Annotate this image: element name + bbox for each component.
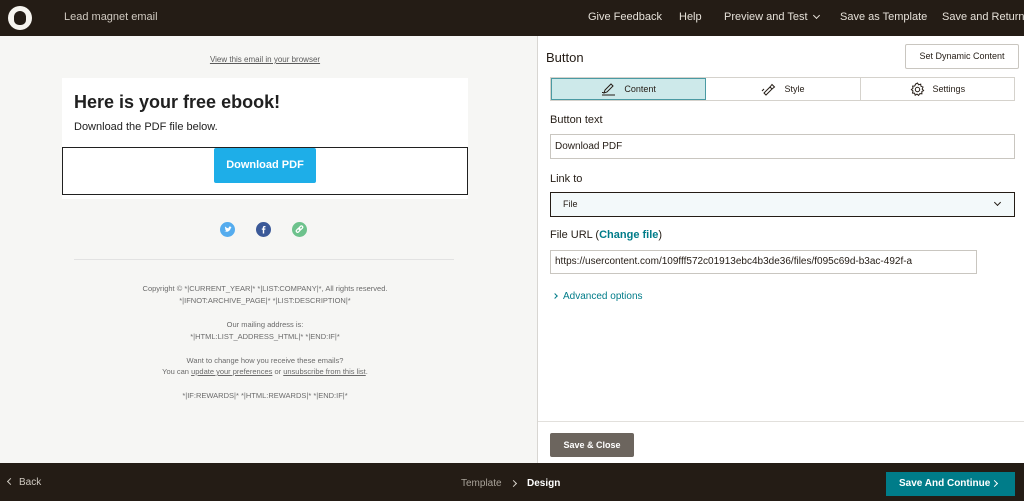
footer-preferences-line: You can update your preferences or unsub… (0, 367, 530, 376)
paint-icon (762, 83, 776, 96)
tab-style-label: Style (784, 84, 805, 94)
footer-description: *|IFNOT:ARCHIVE_PAGE|* *|LIST:DESCRIPTIO… (179, 296, 351, 305)
change-file-link[interactable]: Change file (599, 229, 658, 241)
button-settings-panel: Button Set Dynamic Content Content Style… (538, 36, 1024, 463)
chevron-down-icon (993, 198, 1002, 207)
preview-and-test-label: Preview and Test (724, 11, 808, 23)
footer-mailing-address: *|HTML:LIST_ADDRESS_HTML|* *|END:IF|* (190, 332, 340, 341)
give-feedback-link[interactable]: Give Feedback (588, 11, 662, 23)
file-url-input[interactable]: https://usercontent.com/109fff572c01913e… (550, 250, 977, 274)
advanced-options-toggle[interactable]: Advanced options (552, 291, 643, 302)
panel-tabs: Content Style Settings (550, 77, 1015, 101)
view-in-browser-link[interactable]: View this email in your browser (0, 55, 530, 64)
button-text-input[interactable]: Download PDF (550, 134, 1015, 159)
panel-title: Button (546, 50, 584, 65)
footer-can-text: You can (162, 367, 192, 376)
file-url-label: File URL (Change file) (550, 229, 662, 241)
chevron-right-icon (509, 479, 518, 488)
advanced-options-label: Advanced options (563, 291, 643, 302)
save-and-continue-button[interactable]: Save And Continue (886, 472, 1015, 496)
file-url-label-suffix: ) (658, 229, 663, 241)
chevron-right-icon (990, 479, 999, 488)
footer-or-text: or (272, 367, 284, 376)
download-pdf-button[interactable]: Download PDF (214, 148, 316, 183)
tab-settings[interactable]: Settings (861, 78, 1014, 100)
tab-style[interactable]: Style (706, 78, 861, 100)
set-dynamic-content-button[interactable]: Set Dynamic Content (905, 44, 1019, 69)
footer-rewards: *|IF:REWARDS|* *|HTML:REWARDS|* *|END:IF… (182, 391, 348, 400)
link-icon[interactable] (292, 222, 307, 237)
back-label: Back (19, 477, 42, 488)
chevron-right-icon (552, 293, 558, 299)
help-link[interactable]: Help (679, 11, 702, 23)
save-and-close-button[interactable]: Save & Close (550, 433, 634, 457)
email-preview: View this email in your browser Here is … (0, 36, 538, 463)
link-to-selected: File (563, 199, 578, 209)
selected-button-block[interactable]: Download PDF (62, 147, 468, 195)
preview-and-test-menu[interactable]: Preview and Test (724, 11, 820, 23)
tab-settings-label: Settings (932, 84, 966, 94)
tab-content-label: Content (624, 84, 656, 94)
facebook-icon[interactable] (256, 222, 271, 237)
email-heading: Here is your free ebook! (74, 92, 281, 112)
footer-period: . (365, 367, 368, 376)
save-and-continue-label: Save And Continue (899, 478, 991, 489)
chevron-left-icon (6, 477, 15, 486)
button-text-label: Button text (550, 114, 603, 126)
gear-icon (910, 81, 924, 96)
email-content-block[interactable]: Here is your free ebook! Download the PD… (62, 78, 468, 199)
email-subtext: Download the PDF file below. (74, 121, 218, 133)
bottom-bar: Back Template Design Save And Continue (0, 463, 1024, 501)
tab-content[interactable]: Content (551, 78, 707, 100)
twitter-icon[interactable] (220, 222, 235, 237)
campaign-title: Lead magnet email (64, 11, 158, 23)
save-and-return-link[interactable]: Save and Return (942, 11, 1024, 23)
chevron-down-icon (812, 11, 820, 20)
top-bar: Lead magnet email Give Feedback Help Pre… (0, 0, 1024, 36)
breadcrumb-design: Design (527, 478, 561, 489)
pencil-icon (602, 82, 616, 95)
footer-divider (74, 259, 454, 260)
footer-copyright: Copyright © *|CURRENT_YEAR|* *|LIST:COMP… (142, 284, 388, 293)
save-as-template-link[interactable]: Save as Template (840, 11, 927, 23)
panel-footer-divider (538, 421, 1024, 422)
link-to-select[interactable]: File (550, 192, 1015, 217)
file-url-label-prefix: File URL ( (550, 229, 600, 241)
back-button[interactable]: Back (6, 477, 42, 488)
mailchimp-logo-icon[interactable] (8, 6, 32, 30)
footer-mailing-heading: Our mailing address is: (226, 320, 304, 329)
update-preferences-link[interactable]: update your preferences (191, 367, 272, 376)
footer-change-text: Want to change how you receive these ema… (186, 356, 344, 365)
unsubscribe-link[interactable]: unsubscribe from this list (283, 367, 366, 376)
breadcrumb-template[interactable]: Template (461, 478, 502, 489)
link-to-label: Link to (550, 173, 583, 185)
